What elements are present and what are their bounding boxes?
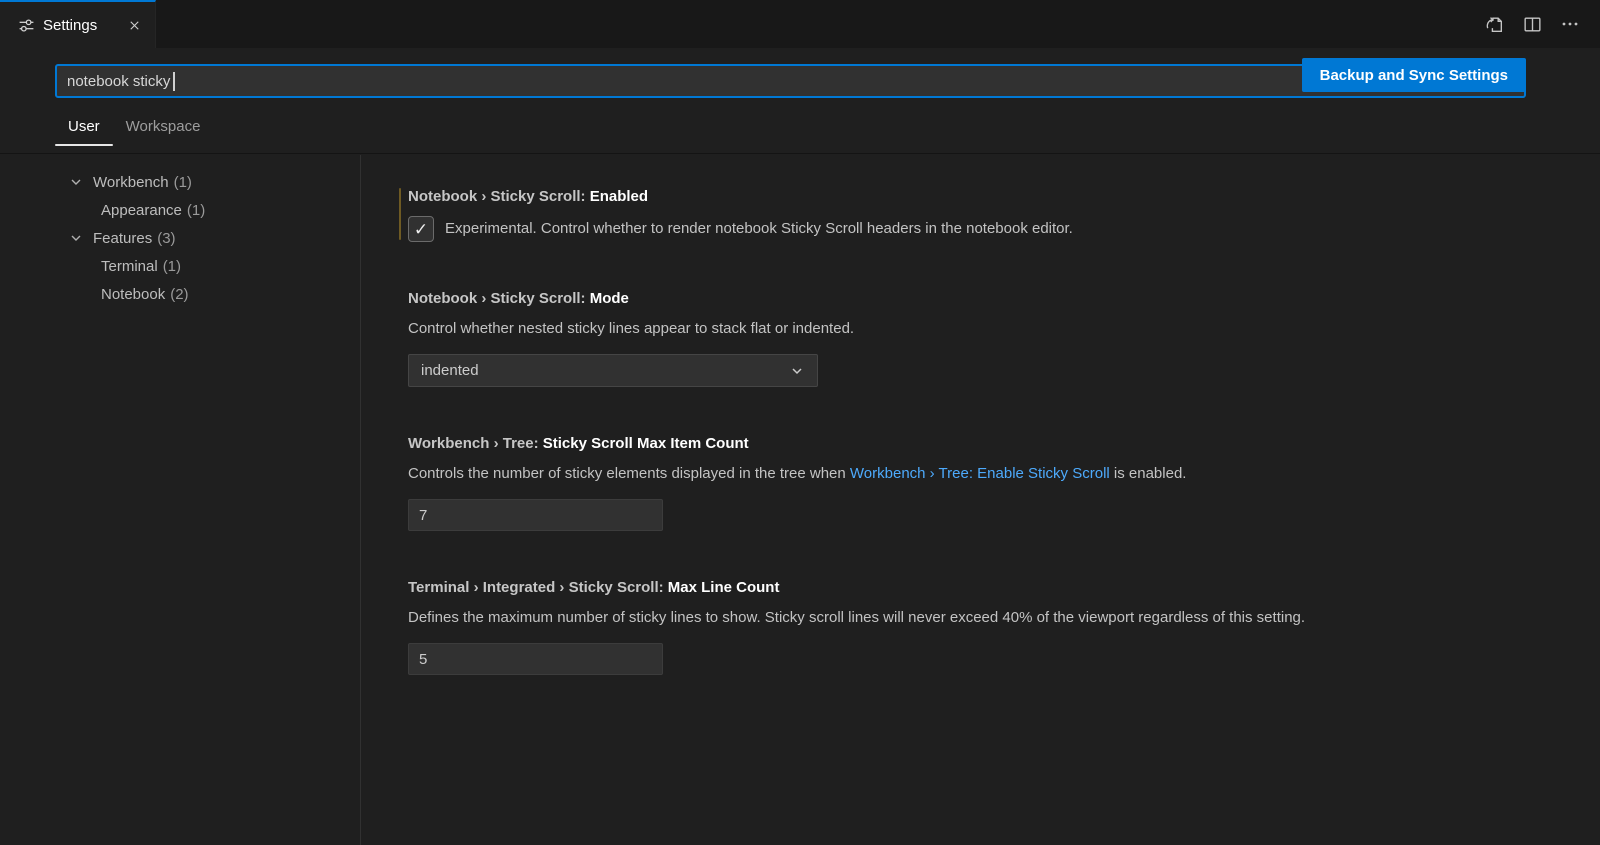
toc-label: Terminal <box>101 258 158 275</box>
setting-link[interactable]: Workbench › Tree: Enable Sticky Scroll <box>850 465 1110 482</box>
setting-label: Sticky Scroll Max Item Count <box>543 435 749 452</box>
settings-list: Notebook › Sticky Scroll: Enabled ✓ Expe… <box>361 155 1600 845</box>
scope-tab-user-label: User <box>68 118 100 135</box>
description-text: is enabled. <box>1110 465 1187 482</box>
setting-description: Controls the number of sticky elements d… <box>408 463 1540 485</box>
toc-item-appearance[interactable]: Appearance (1) <box>0 196 360 224</box>
description-text: Controls the number of sticky elements d… <box>408 465 850 482</box>
toc-item-workbench[interactable]: Workbench (1) <box>0 168 360 196</box>
setting-notebook-sticky-scroll-enabled: Notebook › Sticky Scroll: Enabled ✓ Expe… <box>408 186 1540 242</box>
toc-count: (1) <box>163 258 181 275</box>
select-value: indented <box>421 362 479 379</box>
toc-item-notebook[interactable]: Notebook (2) <box>0 280 360 308</box>
setting-tree-sticky-scroll-max-item-count: Workbench › Tree: Sticky Scroll Max Item… <box>408 433 1540 531</box>
toc-item-features[interactable]: Features (3) <box>0 224 360 252</box>
setting-label: Enabled <box>590 188 648 205</box>
setting-title: Notebook › Sticky Scroll: Mode <box>408 288 1540 310</box>
setting-description: Experimental. Control whether to render … <box>445 218 1073 240</box>
text-cursor <box>173 72 175 91</box>
setting-description: Control whether nested sticky lines appe… <box>408 318 1540 340</box>
scope-tab-workspace[interactable]: Workspace <box>113 110 214 150</box>
backup-and-sync-settings-button[interactable]: Backup and Sync Settings <box>1302 58 1526 92</box>
max-item-count-input[interactable] <box>408 499 663 531</box>
setting-category: Notebook › Sticky Scroll: <box>408 290 586 307</box>
settings-toc-tree: Workbench (1) Appearance (1) Features (3… <box>0 168 360 308</box>
max-line-count-input[interactable] <box>408 643 663 675</box>
chevron-down-icon[interactable] <box>68 230 93 246</box>
setting-category: Terminal › Integrated › Sticky Scroll: <box>408 579 664 596</box>
toc-count: (2) <box>170 286 188 303</box>
setting-label: Mode <box>590 290 629 307</box>
toc-count: (1) <box>174 174 192 191</box>
toc-label: Appearance <box>101 202 182 219</box>
scope-tab-user[interactable]: User <box>55 110 113 150</box>
vscode-settings-window: { "tab_bar": { "tab_title": "Settings" }… <box>0 0 1600 845</box>
split-editor-icon[interactable] <box>1518 10 1546 38</box>
toc-label: Notebook <box>101 286 165 303</box>
setting-label: Max Line Count <box>668 579 780 596</box>
toc-count: (1) <box>187 202 205 219</box>
setting-title: Notebook › Sticky Scroll: Enabled <box>408 186 1540 208</box>
search-query-text: notebook sticky <box>67 73 170 90</box>
tab-settings[interactable]: Settings <box>0 0 156 48</box>
setting-terminal-sticky-scroll-max-line-count: Terminal › Integrated › Sticky Scroll: M… <box>408 577 1540 675</box>
setting-title: Workbench › Tree: Sticky Scroll Max Item… <box>408 433 1540 455</box>
setting-title: Terminal › Integrated › Sticky Scroll: M… <box>408 577 1540 599</box>
mode-select-dropdown[interactable]: indented <box>408 354 818 387</box>
toc-item-terminal[interactable]: Terminal (1) <box>0 252 360 280</box>
settings-sliders-icon <box>18 17 35 34</box>
setting-checkbox[interactable]: ✓ <box>408 216 434 242</box>
editor-actions <box>1480 0 1600 48</box>
chevron-down-icon <box>789 363 805 379</box>
settings-scope-tabs: User Workspace <box>55 110 213 150</box>
toc-count: (3) <box>157 230 175 247</box>
tab-settings-label: Settings <box>43 17 97 34</box>
setting-category: Notebook › Sticky Scroll: <box>408 188 586 205</box>
close-tab-icon[interactable] <box>123 14 145 36</box>
settings-editor-header: notebook sticky 4 Settings Found User <box>0 48 1600 154</box>
toc-label: Workbench <box>93 174 169 191</box>
more-actions-icon[interactable] <box>1556 10 1584 38</box>
open-settings-json-icon[interactable] <box>1480 10 1508 38</box>
setting-category: Workbench › Tree: <box>408 435 539 452</box>
setting-description: Defines the maximum number of sticky lin… <box>408 607 1540 629</box>
editor-tab-bar: Settings <box>0 0 1600 48</box>
setting-notebook-sticky-scroll-mode: Notebook › Sticky Scroll: Mode Control w… <box>408 288 1540 387</box>
toc-label: Features <box>93 230 152 247</box>
checkmark-icon: ✓ <box>414 221 428 238</box>
scope-tab-workspace-label: Workspace <box>126 118 201 135</box>
chevron-down-icon[interactable] <box>68 174 93 190</box>
